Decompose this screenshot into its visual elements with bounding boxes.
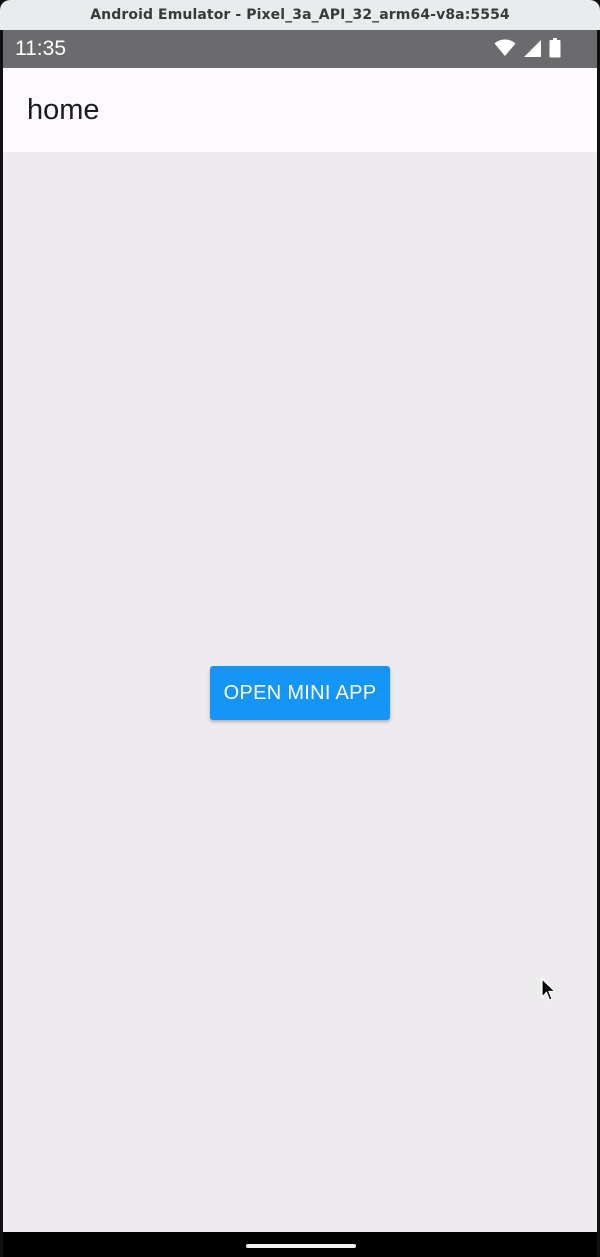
status-icons <box>494 38 561 63</box>
status-time: 11:35 <box>15 37 66 60</box>
home-gesture-handle[interactable] <box>246 1244 356 1248</box>
cellular-signal-icon <box>523 39 542 63</box>
status-bar: 11:35 <box>3 30 597 68</box>
window-title-bar: Android Emulator - Pixel_3a_API_32_arm64… <box>0 0 600 30</box>
window-title: Android Emulator - Pixel_3a_API_32_arm64… <box>90 7 510 23</box>
battery-icon <box>549 38 561 63</box>
open-mini-app-button[interactable]: OPEN MINI APP <box>210 666 390 720</box>
main-content: OPEN MINI APP <box>3 152 597 1232</box>
device-screen: 11:35 home OPEN MINI APP <box>3 30 597 1257</box>
page-title: home <box>27 94 100 126</box>
wifi-icon <box>494 39 516 62</box>
app-bar: home <box>3 68 597 152</box>
emulator-window: Android Emulator - Pixel_3a_API_32_arm64… <box>0 0 600 1257</box>
mouse-pointer-icon <box>541 977 557 1002</box>
navigation-bar <box>3 1232 597 1257</box>
